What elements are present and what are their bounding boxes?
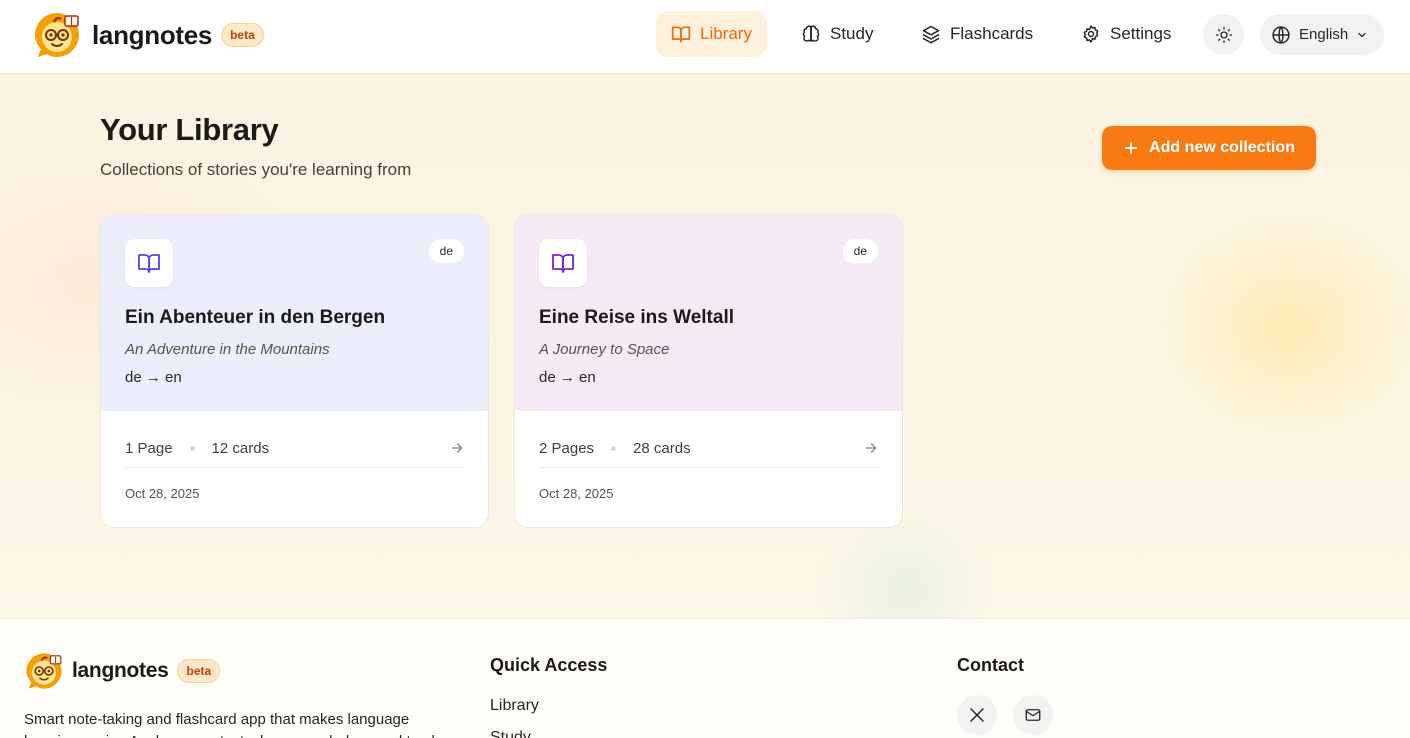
nav-settings-label: Settings xyxy=(1110,24,1172,43)
arrow-right-icon[interactable] xyxy=(449,440,465,456)
collection-date: Oct 28, 2025 xyxy=(125,486,200,501)
top-header: langnotes beta Library Study Flashcards … xyxy=(0,0,1410,74)
arrow-right-icon[interactable] xyxy=(863,440,879,456)
mail-icon xyxy=(1025,709,1041,721)
collection-stats: 2 Pages 28 cards xyxy=(539,437,879,459)
card-count: 12 cards xyxy=(211,439,270,457)
add-collection-label: Add new collection xyxy=(1149,139,1295,156)
collection-date: Oct 28, 2025 xyxy=(539,486,614,501)
nav-flashcards-label: Flashcards xyxy=(950,24,1034,43)
collection-stats: 1 Page 12 cards xyxy=(125,437,465,459)
footer-link-library[interactable]: Library xyxy=(490,697,539,715)
sun-icon xyxy=(1215,26,1232,43)
footer-link-study[interactable]: Study xyxy=(490,729,531,738)
card-icon-box xyxy=(125,239,173,287)
footer-brand[interactable]: langnotes beta xyxy=(24,651,221,691)
collection-title: Eine Reise ins Weltall xyxy=(539,307,735,328)
footer: langnotes beta Smart note-taking and fla… xyxy=(0,618,1410,738)
page-subtitle: Collections of stories you're learning f… xyxy=(100,160,412,179)
card-divider xyxy=(125,467,465,468)
nav-library[interactable]: Library xyxy=(656,11,767,57)
language-label: English xyxy=(1299,26,1349,43)
language-select[interactable]: English xyxy=(1260,14,1384,55)
collection-translation: An Adventure in the Mountains xyxy=(125,341,330,358)
logo-icon xyxy=(26,653,62,689)
footer-brand-name: langnotes xyxy=(72,659,169,682)
page-title: Your Library xyxy=(100,112,279,147)
collection-title: Ein Abenteuer in den Bergen xyxy=(125,307,386,328)
nav-flashcards[interactable]: Flashcards xyxy=(906,11,1048,57)
gear-icon xyxy=(1083,25,1099,43)
logo-icon xyxy=(35,13,79,57)
footer-description: Smart note-taking and flashcard app that… xyxy=(24,711,439,738)
separator-dot xyxy=(611,445,617,451)
card-divider xyxy=(539,467,879,468)
card-icon-box xyxy=(539,239,587,287)
quick-access-heading: Quick Access xyxy=(490,655,608,675)
beta-badge: beta xyxy=(221,23,264,47)
card-count: 28 cards xyxy=(633,439,691,457)
layers-icon xyxy=(922,25,940,44)
language-direction: de → en xyxy=(539,369,596,386)
x-twitter-icon xyxy=(970,708,984,722)
add-collection-button[interactable]: Add new collection xyxy=(1102,126,1316,170)
book-open-icon xyxy=(552,254,574,273)
contact-heading: Contact xyxy=(957,655,1024,675)
theme-toggle-button[interactable] xyxy=(1203,14,1244,55)
brain-icon xyxy=(802,25,820,42)
language-direction: de → en xyxy=(125,369,182,386)
email-button[interactable] xyxy=(1013,695,1053,735)
collection-translation: A Journey to Space xyxy=(539,341,670,358)
page-count: 1 Page xyxy=(125,439,173,457)
nav-study-label: Study xyxy=(830,24,874,43)
footer-beta-badge: beta xyxy=(177,659,221,683)
brand-name: langnotes xyxy=(92,19,213,50)
collection-card[interactable]: de Eine Reise ins Weltall A Journey to S… xyxy=(514,214,903,528)
brand[interactable]: langnotes beta xyxy=(32,10,264,60)
language-badge: de xyxy=(428,239,464,263)
globe-icon xyxy=(1272,25,1290,44)
collection-card[interactable]: de Ein Abenteuer in den Bergen An Advent… xyxy=(100,214,489,528)
book-open-icon xyxy=(671,26,691,43)
nav-study[interactable]: Study xyxy=(786,11,888,57)
x-twitter-button[interactable] xyxy=(957,695,997,735)
nav-library-label: Library xyxy=(700,24,752,43)
separator-dot xyxy=(189,445,195,451)
nav-settings[interactable]: Settings xyxy=(1066,11,1186,57)
language-badge: de xyxy=(842,239,878,263)
chevron-down-icon xyxy=(1358,32,1366,37)
page-count: 2 Pages xyxy=(539,439,595,457)
book-open-icon xyxy=(138,254,160,273)
plus-icon xyxy=(1124,141,1138,155)
